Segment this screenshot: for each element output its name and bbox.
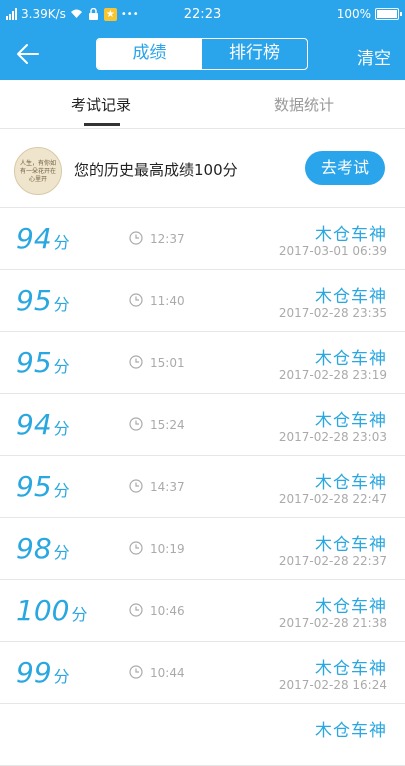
record-user-name: 木仓车神 xyxy=(315,597,387,617)
battery-level: 100% xyxy=(336,7,371,21)
record-score-unit: 分 xyxy=(53,357,70,376)
record-score-value: 100 xyxy=(16,594,70,627)
record-date: 2017-02-28 22:47 xyxy=(278,492,387,506)
record-duration: 10:19 xyxy=(150,542,185,556)
record-row[interactable]: 99 分 10:44 木仓车神 2017-02-28 16:24 xyxy=(0,642,405,704)
record-score-unit: 分 xyxy=(53,419,70,438)
active-tab-indicator xyxy=(84,123,120,126)
record-duration: 15:01 xyxy=(150,356,185,370)
record-row[interactable]: 98 分 10:19 木仓车神 2017-02-28 22:37 xyxy=(0,518,405,580)
record-date: 2017-02-28 16:24 xyxy=(278,678,387,692)
tab-leaderboard[interactable]: 排行榜 xyxy=(202,39,307,69)
record-score-unit: 分 xyxy=(71,605,88,624)
battery-icon xyxy=(375,8,402,20)
record-score: 95 分 xyxy=(16,470,70,503)
record-score: 98 分 xyxy=(16,532,70,565)
record-user-name: 木仓车神 xyxy=(315,287,387,307)
record-score-value: 98 xyxy=(16,532,52,565)
tab-statistics[interactable]: 数据统计 xyxy=(203,94,405,115)
clock-icon xyxy=(129,355,143,369)
clock-icon xyxy=(129,293,143,307)
take-exam-button[interactable]: 去考试 xyxy=(305,151,385,185)
record-score-value: 95 xyxy=(16,346,52,379)
record-user-name: 木仓车神 xyxy=(315,349,387,369)
record-user-name: 木仓车神 xyxy=(315,535,387,555)
record-score-unit: 分 xyxy=(53,233,70,252)
record-score-unit: 分 xyxy=(53,481,70,500)
exam-record-list: 94 分 12:37 木仓车神 2017-03-01 06:39 95 分 11:40 木仓车神… xyxy=(0,208,405,766)
record-row[interactable]: 95 分 15:01 木仓车神 2017-02-28 23:19 xyxy=(0,332,405,394)
clock-icon xyxy=(129,603,143,617)
clear-button[interactable]: 清空 xyxy=(357,44,391,69)
record-row[interactable]: 95 分 14:37 木仓车神 2017-02-28 22:47 xyxy=(0,456,405,518)
record-row[interactable]: 94 分 15:24 木仓车神 2017-02-28 23:03 xyxy=(0,394,405,456)
record-date: 2017-02-28 23:19 xyxy=(278,368,387,382)
status-right: 100% xyxy=(336,7,402,21)
record-score-unit: 分 xyxy=(53,295,70,314)
record-user-name: 木仓车神 xyxy=(315,473,387,493)
record-score-unit: 分 xyxy=(53,667,70,686)
record-user-name: 木仓车神 xyxy=(315,659,387,679)
record-row[interactable]: 94 分 12:37 木仓车神 2017-03-01 06:39 xyxy=(0,208,405,270)
clock-icon xyxy=(129,231,143,245)
arrow-left-icon xyxy=(17,44,39,64)
record-score-value: 94 xyxy=(16,222,52,255)
avatar-text: 人生，有你如有一朵花开在心里开 xyxy=(19,160,56,183)
clock-icon xyxy=(129,417,143,431)
record-date: 2017-02-28 23:35 xyxy=(278,306,387,320)
best-score-card: 人生，有你如有一朵花开在心里开 您的历史最高成绩100分 去考试 xyxy=(0,129,405,208)
record-row[interactable]: 木仓车神 xyxy=(0,704,405,766)
record-score-unit: 分 xyxy=(53,543,70,562)
record-duration: 12:37 xyxy=(150,232,185,246)
record-user-name: 木仓车神 xyxy=(315,411,387,431)
clock-icon xyxy=(129,479,143,493)
record-date: 2017-02-28 23:03 xyxy=(278,430,387,444)
record-row[interactable]: 100 分 10:46 木仓车神 2017-02-28 21:38 xyxy=(0,580,405,642)
best-score-text: 您的历史最高成绩100分 xyxy=(74,161,238,179)
segmented-control: 成绩 排行榜 xyxy=(96,38,308,70)
record-duration: 10:44 xyxy=(150,666,185,680)
clock-icon xyxy=(129,541,143,555)
record-score: 99 分 xyxy=(16,656,70,689)
record-score: 94 分 xyxy=(16,222,70,255)
record-date: 2017-02-28 22:37 xyxy=(278,554,387,568)
record-date: 2017-03-01 06:39 xyxy=(278,244,387,258)
record-score: 100 分 xyxy=(16,594,87,627)
record-score-value: 95 xyxy=(16,284,52,317)
record-score-value: 99 xyxy=(16,656,52,689)
tab-scores[interactable]: 成绩 xyxy=(97,39,202,69)
record-row[interactable]: 95 分 11:40 木仓车神 2017-02-28 23:35 xyxy=(0,270,405,332)
record-duration: 11:40 xyxy=(150,294,185,308)
record-score-value: 94 xyxy=(16,408,52,441)
header-bar: 成绩 排行榜 清空 xyxy=(0,30,405,80)
record-score: 95 分 xyxy=(16,346,70,379)
record-duration: 15:24 xyxy=(150,418,185,432)
record-duration: 14:37 xyxy=(150,480,185,494)
status-bar: 3.39K/s ★ ••• 22:23 100% xyxy=(0,0,405,30)
clock-icon xyxy=(129,665,143,679)
back-button[interactable] xyxy=(14,40,50,70)
record-score: 94 分 xyxy=(16,408,70,441)
record-score: 95 分 xyxy=(16,284,70,317)
record-user-name: 木仓车神 xyxy=(315,225,387,245)
avatar: 人生，有你如有一朵花开在心里开 xyxy=(14,147,62,195)
sub-tabs: 考试记录 数据统计 xyxy=(0,80,405,129)
record-duration: 10:46 xyxy=(150,604,185,618)
record-date: 2017-02-28 21:38 xyxy=(278,616,387,630)
record-score-value: 95 xyxy=(16,470,52,503)
tab-exam-records[interactable]: 考试记录 xyxy=(0,94,202,115)
